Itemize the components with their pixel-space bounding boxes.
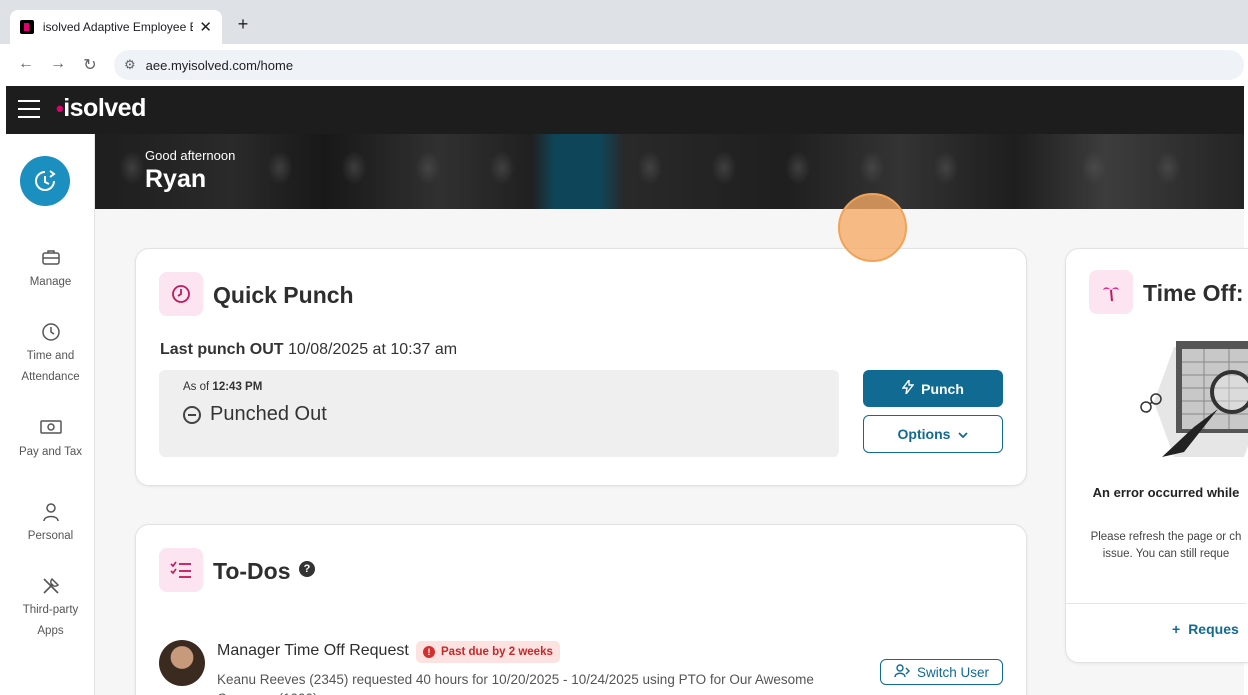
punch-button-label: Punch [921,380,964,397]
greeting-text: Good afternoon [145,148,236,163]
isolved-logo[interactable]: •isolved [56,94,146,123]
past-due-badge: ! Past due by 2 weeks [416,641,560,663]
plus-icon: + [1172,621,1181,637]
forward-arrow-icon[interactable]: → [48,55,68,73]
tab-title: isolved Adaptive Employee Exp [42,20,194,34]
isolved-favicon-icon [20,20,34,34]
request-time-off-link[interactable]: + Reques [1172,621,1239,637]
url-text: aee.myisolved.com/home [145,57,294,73]
error-title: An error occurred while [1092,485,1240,500]
quick-punch-title: Quick Punch [213,282,354,308]
main-content: Quick Punch Last punch OUT 10/08/2025 at… [95,209,1248,695]
todo-item-description: Keanu Reeves (2345) requested 40 hours f… [217,672,814,695]
punch-status: Punched Out [183,403,327,426]
sidebar-item-manage[interactable]: Manage [6,248,95,293]
tools-icon [6,576,95,600]
browser-tabstrip: isolved Adaptive Employee Exp ✕ + [0,0,1248,44]
error-illustration [1140,341,1248,457]
sidebar-item-label: Pay and Tax [18,446,83,458]
address-bar[interactable]: ⚙ aee.myisolved.com/home [114,50,1244,80]
clock-icon [159,272,203,316]
click-indicator [838,193,907,262]
back-arrow-icon[interactable]: ← [16,55,36,73]
last-punch-value: 10/08/2025 at 10:37 am [288,341,458,358]
browser-toolbar: ← → ↻ ⚙ aee.myisolved.com/home [0,44,1248,86]
sidebar-item-label: Time and [26,350,75,362]
checklist-icon [159,548,203,592]
user-name: Ryan [145,165,207,193]
last-punch-label: Last punch OUT [160,341,284,358]
briefcase-icon [6,248,95,272]
request-link-label: Reques [1188,621,1239,637]
error-desc-line: issue. You can still reque [1102,548,1230,560]
help-icon[interactable]: ? [299,561,315,577]
banner-overlay [95,134,1244,209]
quick-punch-card: Quick Punch Last punch OUT 10/08/2025 at… [135,248,1027,486]
punch-status-box: As of 12:43 PM Punched Out [159,370,839,457]
todos-card: To-Dos ? Manager Time Off Request ! Past… [135,524,1027,695]
palm-tree-icon [1089,270,1133,314]
error-desc-line: Please refresh the page or ch [1090,531,1242,543]
sidebar-item-label: Third-party [22,604,79,616]
switch-user-label: Switch User [916,664,989,680]
punch-status-text: Punched Out [210,403,327,425]
todo-item-title[interactable]: Manager Time Off Request [217,642,409,660]
new-tab-button[interactable]: + [232,14,254,35]
avatar [159,640,205,686]
badge-text: Past due by 2 weeks [441,646,553,658]
lightning-icon [901,377,915,397]
switch-user-button[interactable]: Switch User [880,659,1003,685]
site-settings-icon[interactable]: ⚙ [124,57,136,73]
browser-tab[interactable]: isolved Adaptive Employee Exp ✕ [10,10,222,44]
divider [1066,603,1246,604]
sidebar-item-label: Personal [27,530,74,542]
chevron-down-icon [958,426,969,442]
minus-circle-icon [183,405,201,424]
switch-user-icon [894,663,910,681]
sidebar-item-pay-and-tax[interactable]: Pay and Tax [6,418,95,463]
app-header: •isolved [6,86,1244,134]
options-button[interactable]: Options [863,415,1003,453]
last-punch-info: Last punch OUT 10/08/2025 at 10:37 am [160,341,457,359]
options-button-label: Options [897,426,951,442]
logo-text: isolved [63,94,146,122]
hamburger-menu-icon[interactable] [18,100,40,118]
error-description: Please refresh the page or ch issue. You… [1066,529,1248,563]
sidebar-item-label: Attendance [21,371,80,383]
as-of-label: As of [183,381,210,393]
reload-icon[interactable]: ↻ [80,55,100,75]
close-tab-icon[interactable]: ✕ [199,18,212,36]
as-of-time: 12:43 PM [212,381,263,393]
alert-icon: ! [423,646,435,658]
clock-arrow-icon [35,170,56,191]
sidebar-item-label: Manage [29,276,72,288]
time-off-card: Time Off: An error occurred while Please… [1065,248,1248,663]
todos-title: To-Dos [213,558,291,584]
time-off-title: Time Off: [1143,280,1244,306]
sidebar-item-personal[interactable]: Personal [6,502,95,547]
sidebar-item-third-party-apps[interactable]: Third-party Apps [6,576,95,642]
sidebar-item-time-and-attendance[interactable]: Time and Attendance [6,322,95,388]
money-icon [6,418,95,442]
person-icon [6,502,95,526]
greeting-banner: Good afternoon Ryan [95,134,1244,209]
sidebar-item-label: Apps [37,625,64,637]
clock-icon [6,322,95,346]
time-punch-fab-icon[interactable] [20,156,70,206]
as-of-text: As of 12:43 PM [183,381,262,393]
sidebar: Manage Time and Attendance Pay and Tax P… [6,134,95,695]
punch-button[interactable]: Punch [863,370,1003,407]
